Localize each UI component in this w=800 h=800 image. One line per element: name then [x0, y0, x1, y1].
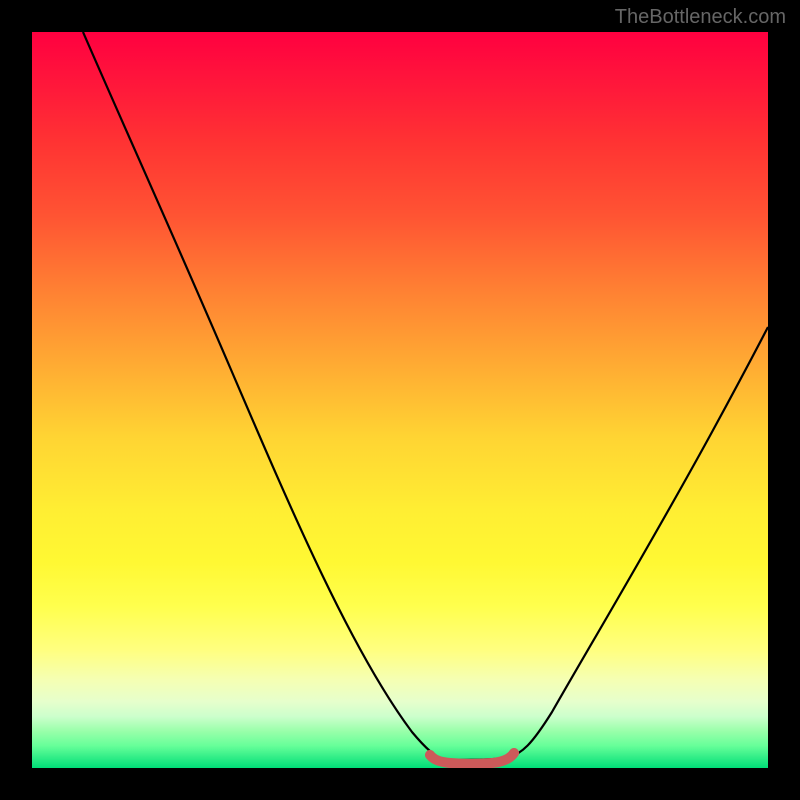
trough-marker — [430, 753, 514, 764]
curve-layer — [32, 32, 768, 768]
chart-container: TheBottleneck.com — [0, 0, 800, 800]
bottleneck-curve — [83, 32, 768, 760]
watermark-text: TheBottleneck.com — [615, 6, 786, 29]
plot-area — [32, 32, 768, 768]
trough-end-dot — [509, 748, 519, 758]
trough-start-dot — [425, 750, 435, 760]
